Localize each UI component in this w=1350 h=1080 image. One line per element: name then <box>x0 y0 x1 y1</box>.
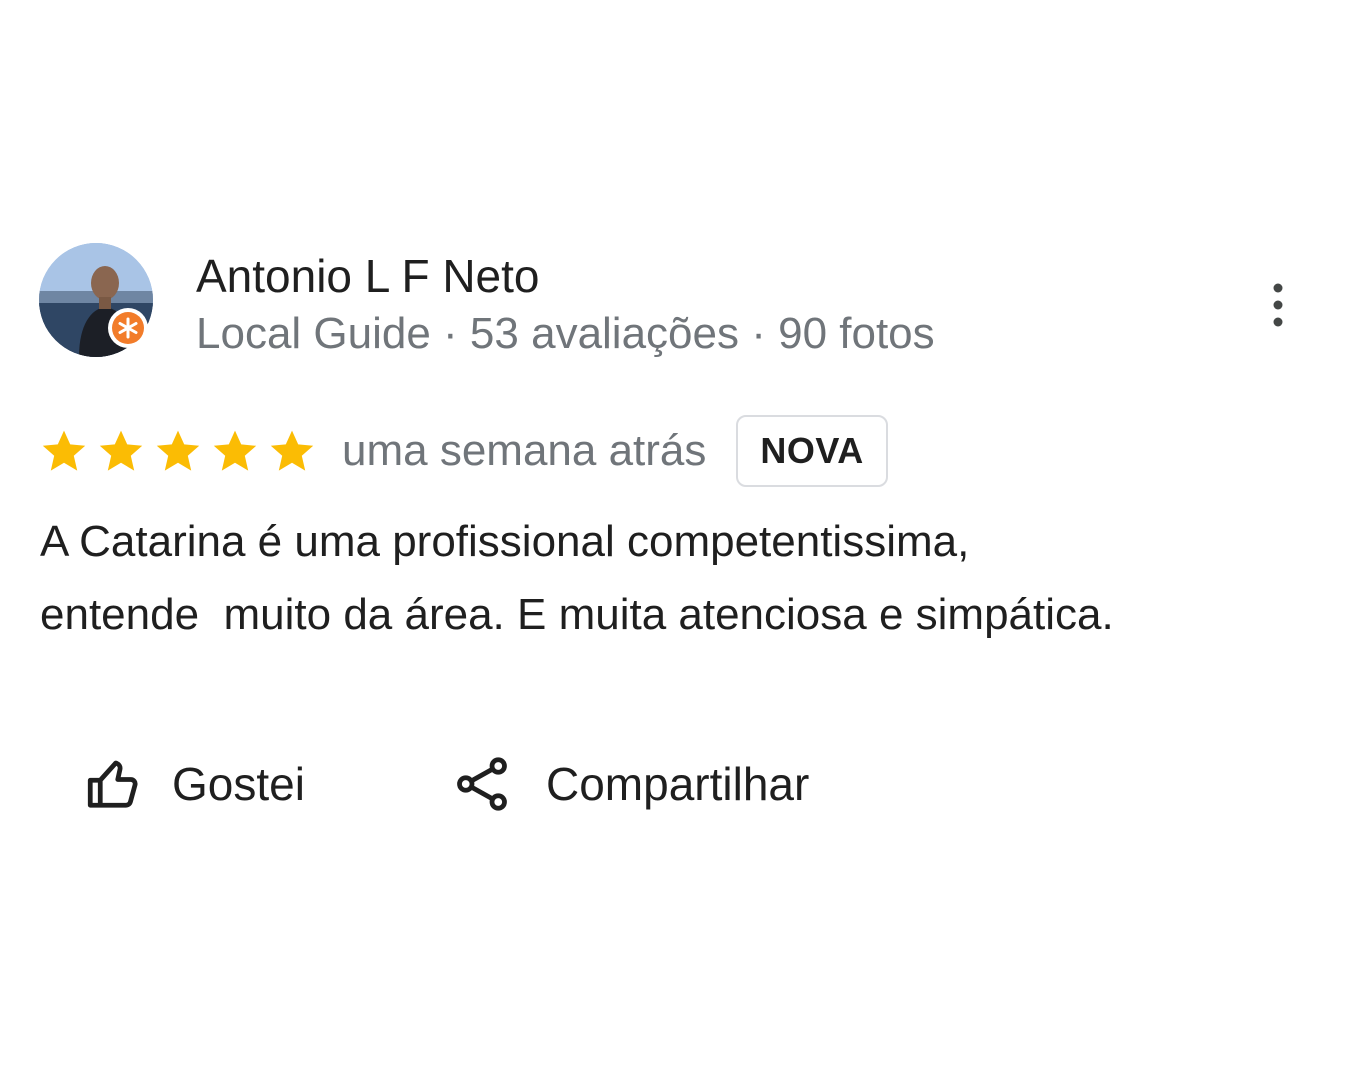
like-button[interactable]: Gostei <box>84 746 305 822</box>
more-vertical-icon <box>1273 283 1283 327</box>
local-guide-badge <box>108 308 148 348</box>
review-text: A Catarina é uma profissional competenti… <box>40 517 1114 639</box>
thumbs-up-icon <box>87 760 138 808</box>
share-button[interactable]: Compartilhar <box>452 746 809 822</box>
reviewer-meta: Local Guide · 53 avaliações · 90 fotos <box>196 309 935 358</box>
star-icon <box>99 430 143 471</box>
share-icon <box>457 757 507 811</box>
review-date: uma semana atrás <box>342 426 707 475</box>
star-icon <box>156 430 200 471</box>
rating-row: uma semana atrás NOVA <box>40 414 888 488</box>
star-rating <box>40 414 325 488</box>
star-icon <box>42 430 86 471</box>
star-icon <box>270 430 314 471</box>
review-card: Antonio L F Neto Local Guide · 53 avalia… <box>0 0 1350 1080</box>
new-badge: NOVA <box>736 415 888 487</box>
share-label: Compartilhar <box>546 758 810 810</box>
star-icon <box>213 430 257 471</box>
reviewer-name[interactable]: Antonio L F Neto <box>196 248 540 304</box>
more-options-button[interactable] <box>1254 276 1302 334</box>
local-guide-star-icon <box>112 312 144 344</box>
like-label: Gostei <box>172 758 305 810</box>
